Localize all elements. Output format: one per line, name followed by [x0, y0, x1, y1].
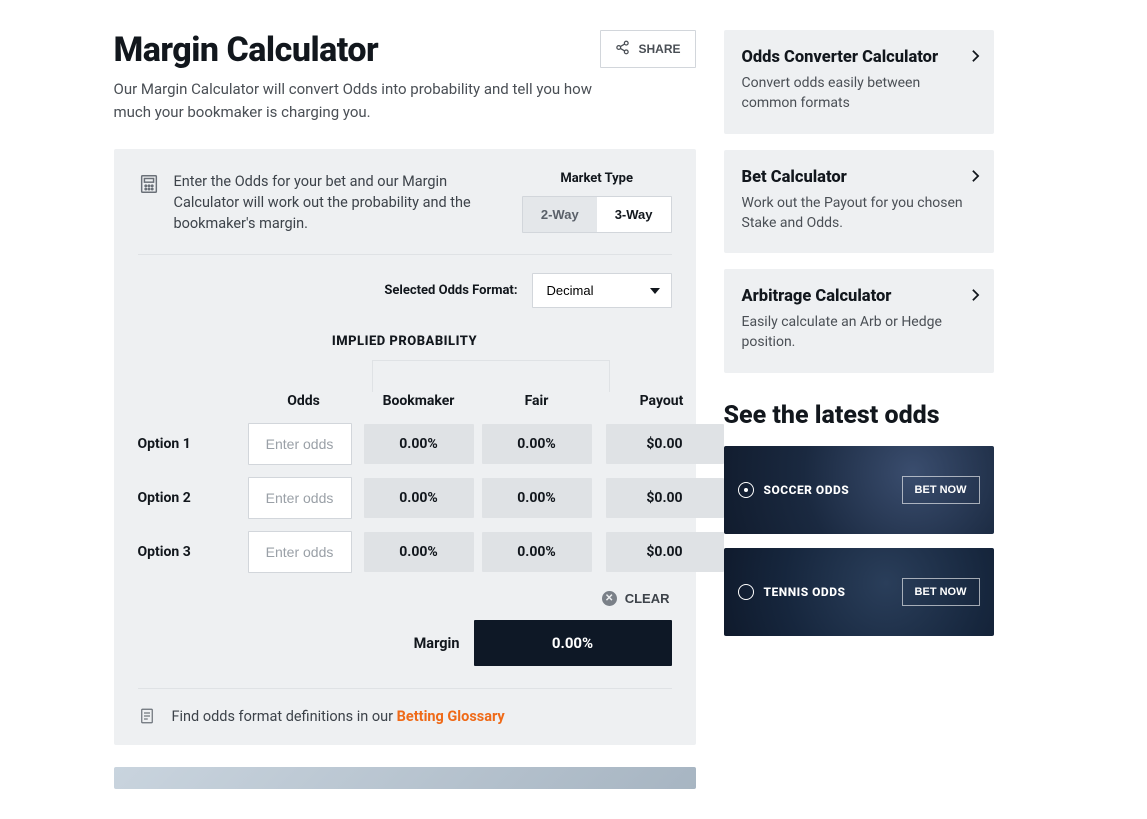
clear-icon: ✕ [602, 591, 617, 606]
col-payout: Payout [596, 393, 728, 409]
latest-odds-heading: See the latest odds [724, 401, 994, 430]
implied-probability-label: IMPLIED PROBABILITY [138, 334, 672, 349]
bookmaker-value: 0.00% [364, 532, 474, 572]
clear-label: CLEAR [625, 591, 670, 606]
glossary-text: Find odds format definitions in our Bett… [172, 708, 505, 725]
clear-button[interactable]: ✕ CLEAR [602, 591, 670, 606]
sidebar-card[interactable]: Bet Calculator Work out the Payout for yo… [724, 150, 994, 254]
tennis-icon [738, 584, 754, 600]
sidebar-card-desc: Convert odds easily between common forma… [742, 73, 976, 114]
sidebar-card[interactable]: Arbitrage Calculator Easily calculate an … [724, 269, 994, 373]
bet-now-button[interactable]: BET NOW [902, 578, 980, 606]
fair-value: 0.00% [482, 478, 592, 518]
option-label: Option 3 [138, 544, 248, 560]
panel-instructions: Enter the Odds for your bet and our Marg… [174, 171, 506, 234]
fair-value: 0.00% [482, 532, 592, 572]
col-fair: Fair [478, 393, 596, 409]
document-icon [138, 707, 156, 725]
market-type-label: Market Type [522, 171, 672, 186]
glossary-link[interactable]: Betting Glossary [397, 708, 505, 725]
soccer-icon [738, 482, 754, 498]
content-image-placeholder [114, 767, 696, 789]
payout-value: $0.00 [606, 478, 724, 518]
market-type-3way[interactable]: 3-Way [597, 197, 671, 232]
sidebar-card-desc: Easily calculate an Arb or Hedge positio… [742, 312, 976, 353]
payout-value: $0.00 [606, 424, 724, 464]
bookmaker-value: 0.00% [364, 478, 474, 518]
col-odds: Odds [248, 393, 360, 409]
chevron-right-icon [971, 287, 980, 306]
promo-label: TENNIS ODDS [764, 585, 846, 599]
page-description: Our Margin Calculator will convert Odds … [114, 78, 594, 123]
promo-tennis[interactable]: TENNIS ODDS BET NOW [724, 548, 994, 636]
odds-input[interactable] [248, 531, 352, 573]
calculator-panel: Enter the Odds for your bet and our Marg… [114, 149, 696, 745]
odds-input[interactable] [248, 423, 352, 465]
page-title: Margin Calculator [114, 30, 379, 70]
fair-value: 0.00% [482, 424, 592, 464]
chevron-right-icon [971, 48, 980, 67]
promo-soccer[interactable]: SOCCER ODDS BET NOW [724, 446, 994, 534]
sidebar-card-title: Odds Converter Calculator [742, 48, 976, 67]
col-bookmaker: Bookmaker [360, 393, 478, 409]
margin-value: 0.00% [474, 620, 672, 666]
market-type-toggle: 2-Way 3-Way [522, 196, 672, 233]
chevron-right-icon [971, 168, 980, 187]
share-label: SHARE [638, 42, 680, 56]
odds-input[interactable] [248, 477, 352, 519]
odds-format-label: Selected Odds Format: [384, 283, 517, 298]
market-type-2way[interactable]: 2-Way [523, 197, 597, 232]
promo-label: SOCCER ODDS [764, 483, 850, 497]
option-row: Option 30.00%0.00%$0.00 [138, 531, 672, 573]
sidebar-card-title: Arbitrage Calculator [742, 287, 976, 306]
share-icon [615, 40, 630, 58]
sidebar-card[interactable]: Odds Converter Calculator Convert odds ea… [724, 30, 994, 134]
payout-value: $0.00 [606, 532, 724, 572]
option-row: Option 10.00%0.00%$0.00 [138, 423, 672, 465]
option-row: Option 20.00%0.00%$0.00 [138, 477, 672, 519]
bookmaker-value: 0.00% [364, 424, 474, 464]
sidebar-card-title: Bet Calculator [742, 168, 976, 187]
calculator-icon [138, 173, 160, 195]
option-label: Option 1 [138, 436, 248, 452]
option-label: Option 2 [138, 490, 248, 506]
sidebar-card-desc: Work out the Payout for you chosen Stake… [742, 193, 976, 234]
margin-label: Margin [414, 635, 460, 652]
odds-format-select[interactable]: Decimal [532, 273, 672, 308]
bet-now-button[interactable]: BET NOW [902, 476, 980, 504]
share-button[interactable]: SHARE [600, 30, 695, 68]
